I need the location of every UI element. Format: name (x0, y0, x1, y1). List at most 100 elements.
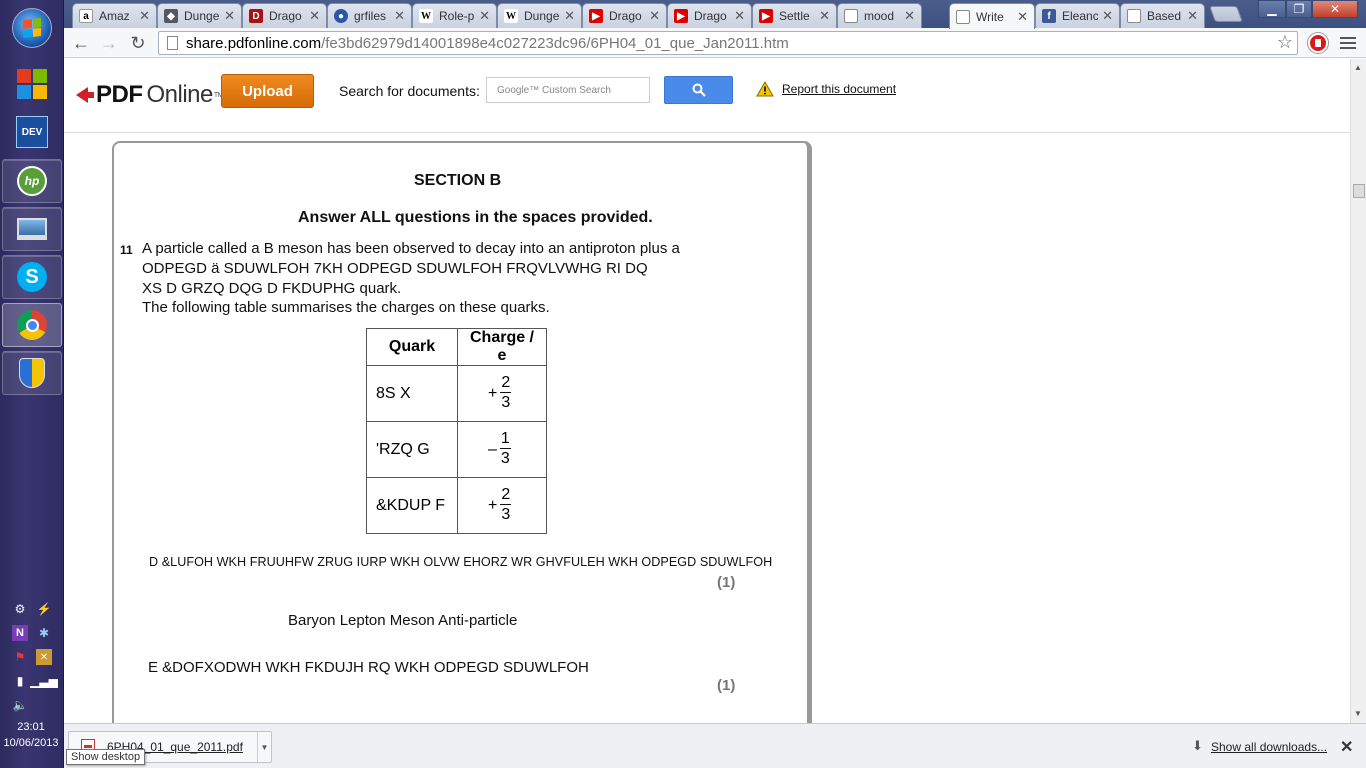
address-bar[interactable]: share.pdfonline.com/fe3bd62979d14001898e… (158, 31, 1298, 55)
scroll-down-arrow-icon[interactable]: ▼ (1354, 709, 1362, 718)
window-close-button[interactable]: ✕ (1312, 0, 1358, 18)
tab-mood[interactable]: mood ✕ (837, 3, 922, 28)
question-line: XS D GRZQ DQG D FKDUPHG quark. (142, 280, 402, 297)
scroll-up-arrow-icon[interactable]: ▲ (1354, 63, 1362, 72)
close-icon[interactable]: ✕ (734, 8, 745, 24)
upload-button[interactable]: Upload (221, 74, 314, 108)
reload-button[interactable]: ↻ (127, 32, 149, 54)
maximize-button[interactable]: ❐ (1286, 0, 1312, 18)
browser-toolbar: ← → ↻ share.pdfonline.com/fe3bd62979d140… (64, 28, 1366, 58)
quark-cell: 'RZQ G (366, 421, 458, 478)
youtube-icon: ▶ (674, 9, 688, 23)
taskbar-app-windows-live[interactable] (2, 62, 62, 106)
reload-icon: ↻ (130, 32, 146, 53)
search-icon (692, 83, 706, 97)
pdf-arrow-icon (76, 87, 94, 103)
new-tab-button[interactable] (1209, 6, 1243, 22)
tab-dungeons[interactable]: ◆ Dunge ✕ (157, 3, 242, 28)
taskbar-app-skype[interactable]: S (2, 255, 62, 299)
app-error-tray-icon[interactable]: ✕ (36, 649, 52, 665)
tab-dragon-youtube-2[interactable]: ▶ Drago ✕ (667, 3, 752, 28)
quark-cell: &KDUP F (366, 477, 458, 534)
tab-facebook[interactable]: f Eleanc ✕ (1035, 3, 1120, 28)
warning-icon (756, 81, 774, 97)
part-b-question: E &DOFXODWH WKH FKDUJH RQ WKH ODPEGD SDU… (148, 659, 589, 676)
close-icon[interactable]: ✕ (309, 8, 320, 24)
network-tray-icon[interactable]: ⚡ (36, 601, 52, 617)
taskbar-clock[interactable]: 23:01 10/06/2013 (0, 719, 62, 751)
back-button[interactable]: ← (70, 32, 92, 54)
device-tray-icon[interactable]: ▮ (12, 673, 28, 689)
page-icon (1127, 9, 1141, 23)
question-number: 11 (120, 243, 133, 257)
close-icon[interactable]: ✕ (904, 8, 915, 24)
extension-button[interactable] (1308, 33, 1328, 53)
report-document[interactable]: Report this document (756, 81, 896, 97)
show-desktop-tooltip: Show desktop (66, 749, 146, 765)
onenote-tray-icon[interactable]: N (12, 625, 28, 641)
tab-amazon[interactable]: a Amaz ✕ (72, 3, 157, 28)
pdfonline-logo[interactable]: PDF Online TM (74, 81, 223, 109)
question-line: ODPEGD ä SDUWLFOH 7KH ODPEGD SDUWLFOH FR… (142, 260, 648, 277)
tab-title: Write (976, 9, 1004, 24)
show-all-downloads-link[interactable]: Show all downloads... (1211, 740, 1327, 754)
signal-tray-icon[interactable]: ▁▃▅ (30, 673, 58, 689)
vertical-scrollbar[interactable]: ▲ ▼ (1350, 59, 1366, 723)
facebook-icon: f (1042, 9, 1056, 23)
tab-title: Eleanc (1062, 9, 1099, 23)
close-icon[interactable]: ✕ (564, 8, 575, 24)
close-icon[interactable]: ✕ (479, 8, 490, 24)
close-icon[interactable]: ✕ (139, 8, 150, 24)
chevron-down-icon[interactable]: ▼ (257, 732, 271, 762)
tab-based[interactable]: Based ✕ (1120, 3, 1205, 28)
table-row: &KDUP F +2 3 (366, 477, 547, 534)
start-button[interactable] (2, 6, 62, 50)
wikipedia-icon: W (419, 9, 433, 23)
taskbar-app-devcpp[interactable]: DEV (2, 110, 62, 154)
volume-tray-icon[interactable]: 🔈 (12, 697, 28, 713)
logo-online-text: Online (146, 81, 214, 108)
taskbar-app-security[interactable] (2, 351, 62, 395)
close-icon[interactable]: ✕ (224, 8, 235, 24)
tab-title: Role-p (439, 9, 475, 23)
close-icon[interactable]: ✕ (1340, 737, 1353, 757)
report-link[interactable]: Report this document (782, 82, 896, 96)
tab-write-active[interactable]: Write ✕ (949, 3, 1035, 29)
taskbar-app-hp[interactable]: hp (2, 159, 62, 203)
tab-dungeons-wiki[interactable]: W Dunge ✕ (497, 3, 582, 28)
logo-pdf-text: PDF (96, 81, 143, 108)
taskbar-app-chrome[interactable] (2, 303, 62, 347)
close-icon[interactable]: ✕ (1187, 8, 1198, 24)
bluetooth-tray-icon[interactable]: ✱ (36, 625, 52, 641)
search-button[interactable] (664, 76, 733, 104)
close-icon[interactable]: ✕ (1102, 8, 1113, 24)
minimize-button[interactable]: ▁ (1258, 0, 1286, 18)
column-header: Charge / e (457, 328, 547, 366)
steam-tray-icon[interactable]: ⚙ (12, 601, 28, 617)
tab-roleplay[interactable]: W Role-p ✕ (412, 3, 497, 28)
taskbar-app-laptop[interactable] (2, 207, 62, 251)
close-icon[interactable]: ✕ (649, 8, 660, 24)
star-icon[interactable]: ☆ (1277, 32, 1293, 53)
table-row: 'RZQ G –1 3 (366, 421, 547, 478)
forward-button[interactable]: → (98, 32, 120, 54)
laptop-icon (17, 218, 47, 240)
tab-dragon-youtube-1[interactable]: ▶ Drago ✕ (582, 3, 667, 28)
tab-title: Drago (694, 9, 727, 23)
tab-grfiles[interactable]: ● grfiles ✕ (327, 3, 412, 28)
scrollbar-thumb[interactable] (1353, 184, 1365, 198)
chrome-menu-button[interactable] (1340, 35, 1356, 51)
globe-icon: ● (334, 9, 348, 23)
close-icon[interactable]: ✕ (1017, 9, 1028, 25)
search-input[interactable]: Google™ Custom Search (486, 77, 650, 103)
flag-error-tray-icon[interactable]: ⚑ (12, 649, 28, 665)
close-icon[interactable]: ✕ (819, 8, 830, 24)
dungeon-icon: ◆ (164, 9, 178, 23)
page-icon (844, 9, 858, 23)
question-line: A particle called a B meson has been obs… (142, 240, 680, 257)
close-icon[interactable]: ✕ (394, 8, 405, 24)
download-shelf: 6PH04_01_que_2011.pdf ▼ ⬇ Show all downl… (64, 723, 1366, 768)
hp-icon: hp (17, 166, 47, 196)
tab-dragon[interactable]: D Drago ✕ (242, 3, 327, 28)
tab-settlers-youtube[interactable]: ▶ Settle ✕ (752, 3, 837, 28)
